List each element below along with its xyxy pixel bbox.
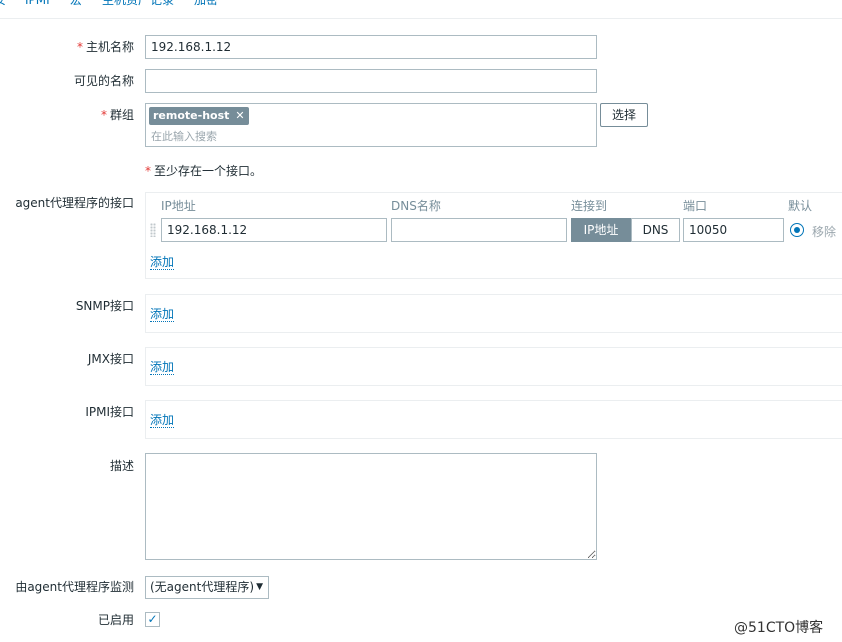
monitored-by-value: (无agent代理程序) [150,580,255,594]
monitored-by-select[interactable]: (无agent代理程序) ▼ [145,576,269,599]
remove-interface-link[interactable]: 移除 [812,223,836,240]
description-textarea[interactable] [145,453,597,560]
required-marker: * [145,164,151,178]
checkmark-icon: ✓ [147,612,158,626]
groups-multiselect[interactable]: remote-host ✕ 在此输入搜索 [145,103,597,147]
column-ip: IP地址 [161,199,196,213]
jmx-interfaces-panel: 添加 [145,347,842,386]
enabled-checkbox[interactable]: ✓ [145,612,160,627]
required-marker: * [76,40,83,54]
visible-name-input[interactable] [145,69,597,93]
enabled-label: 已启用 [97,613,134,627]
connect-ip-toggle[interactable]: IP地址 [571,218,631,242]
add-snmp-interface-link[interactable]: 添加 [150,307,175,322]
column-connect-to: 连接到 [571,199,608,213]
select-groups-button[interactable]: 选择 [600,103,648,127]
groups-search-placeholder[interactable]: 在此输入搜索 [151,128,217,144]
interface-required-note: * 至少存在一个接口。 [145,162,262,179]
visible-name-label: 可见的名称 [73,74,134,88]
interface-note-text: 至少存在一个接口。 [154,164,263,178]
add-agent-interface-link[interactable]: 添加 [150,255,175,270]
add-ipmi-interface-link[interactable]: 添加 [150,413,175,428]
tab-encryption[interactable]: 加密 [194,0,218,8]
tab-inventory[interactable]: 主机资产记录 [102,0,174,8]
connect-dns-toggle[interactable]: DNS [631,218,680,242]
column-dns: DNS名称 [391,199,441,213]
agent-interfaces-panel: IP地址 DNS名称 连接到 端口 默认 IP地址 DNS 移除 添加 [145,192,842,279]
groups-label-text: 群组 [109,108,134,122]
tab-bar: 安 IPMI 宏 主机资产记录 加密 [0,0,842,19]
snmp-interfaces-label: SNMP接口 [75,299,134,313]
column-default: 默认 [788,199,813,213]
agent-dns-input[interactable] [391,218,567,242]
required-marker: * [100,108,107,122]
groups-label: * 群组 [101,108,134,122]
column-port: 端口 [683,199,708,213]
host-name-label-text: 主机名称 [85,40,134,54]
tab-macros[interactable]: 宏 [70,0,82,8]
close-icon[interactable]: ✕ [235,109,244,122]
group-chip: remote-host ✕ [149,107,249,125]
tab-host-partial[interactable]: 安 [0,0,6,8]
host-name-label: * 主机名称 [77,40,134,54]
tab-ipmi[interactable]: IPMI [25,0,50,8]
description-label: 描述 [109,459,134,473]
agent-interfaces-label: agent代理程序的接口 [15,196,134,210]
snmp-interfaces-panel: 添加 [145,294,842,333]
agent-port-input[interactable] [683,218,784,242]
ipmi-interfaces-panel: 添加 [145,400,842,439]
agent-ip-input[interactable] [161,218,387,242]
watermark: @51CTO博客 [734,620,824,636]
jmx-interfaces-label: JMX接口 [87,352,134,366]
ipmi-interfaces-label: IPMI接口 [85,405,134,419]
default-interface-radio[interactable] [790,223,804,237]
dropdown-arrow-icon: ▼ [256,582,263,592]
group-chip-label: remote-host [153,109,230,122]
monitored-by-label: 由agent代理程序监测 [15,580,134,594]
add-jmx-interface-link[interactable]: 添加 [150,360,175,375]
drag-handle-icon[interactable] [150,223,156,237]
host-name-input[interactable] [145,35,597,59]
